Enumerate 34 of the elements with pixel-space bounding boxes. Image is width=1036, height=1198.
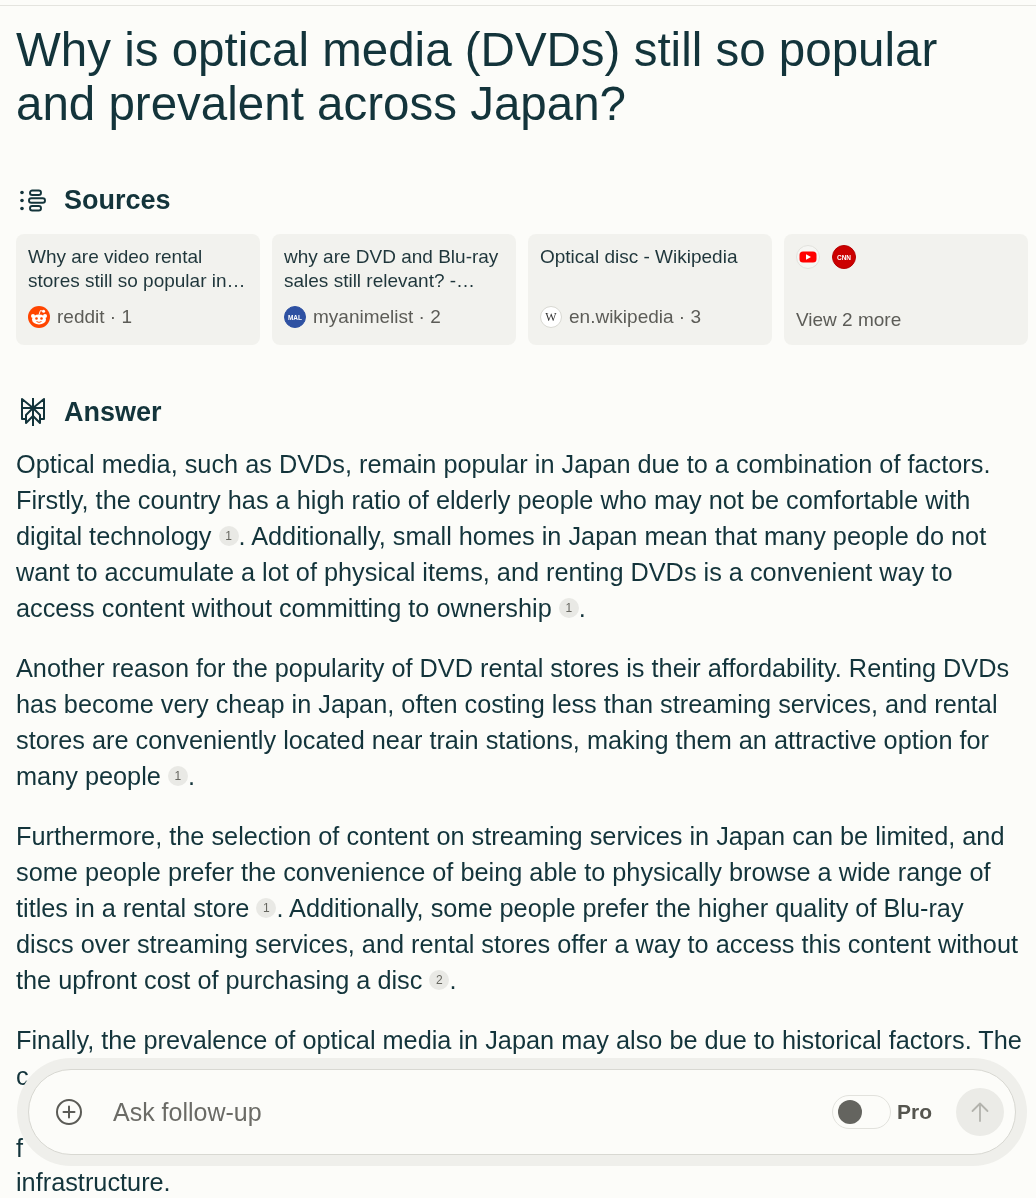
source-card[interactable]: Why are video rental stores still so popular in… reddit · 1 — [16, 234, 260, 345]
citation-badge[interactable]: 1 — [256, 898, 277, 918]
plus-circle-icon — [56, 1099, 82, 1125]
play-button-icon — [796, 245, 820, 269]
answer-paragraph: infrastructure. — [16, 1167, 171, 1198]
list-icon — [20, 188, 46, 212]
answer-paragraph: Another reason for the popularity of DVD rental stores is their affordability. Renting DVDs has become very cheap in Japan, often costing less than streaming services, and rental stores are conveniently located near train stations, making them an attractive option for many people 1 . — [16, 653, 1011, 792]
section-heading: Sources — [64, 184, 171, 217]
answer-paragraph: Finally, the prevalence of optical media in Japan may also be due to historical factors. The — [16, 1025, 1022, 1056]
answer-paragraph: Furthermore, the selection of content on streaming services in Japan can be limited, and some people prefer the convenience of being able to physically browse a wide range of titles in a rental store 1 . Additionally, some people prefer the higher quality of Blu-ray discs over streaming services, and rental stores offer a way to access this content without the upfront cost of purchasing a disc 2 . — [16, 821, 1020, 996]
source-card[interactable]: Optical disc - Wikipedia W en.wikipedia · 3 — [528, 234, 772, 345]
pro-toggle[interactable] — [832, 1095, 891, 1129]
alien-face-icon — [28, 306, 50, 328]
source-title: Optical disc - Wikipedia — [540, 245, 738, 269]
citation-badge[interactable]: 2 — [429, 970, 450, 990]
section-heading: Answer — [64, 396, 162, 429]
question-title: Why is optical media (DVDs) still so popular and prevalent across Japan? — [16, 23, 939, 131]
citation-badge[interactable]: 1 — [167, 766, 188, 786]
add-button[interactable] — [56, 1099, 82, 1125]
view-more-label: View 2 more — [796, 308, 902, 332]
source-meta: myanimelist · 2 — [313, 305, 441, 329]
citation-badge[interactable]: 1 — [558, 598, 579, 618]
pro-label: Pro — [897, 1099, 932, 1125]
site-logo: W — [540, 306, 562, 328]
spark-logo-icon — [20, 397, 46, 427]
source-title: why are DVD and Blu-ray sales still relevant? -… — [284, 245, 500, 293]
text-fragment: f — [16, 1133, 24, 1164]
source-title: Why are video rental stores still so popular in… — [28, 245, 247, 293]
citation-badge[interactable]: 1 — [218, 526, 239, 546]
arrow-up-icon — [971, 1102, 989, 1122]
follow-up-input[interactable]: Ask follow-up — [113, 1094, 822, 1130]
source-meta: en.wikipedia · 3 — [569, 305, 702, 329]
answer-paragraph: Optical media, such as DVDs, remain popular in Japan due to a combination of factors. Firstly, the country has a high ratio of elderly people who may not be comfortable with digital technology 1 . Additionally, small homes in Japan mean that many people do not want to accumulate a lot of physical items, and renting DVDs is a convenient way to access content without committing to ownership 1 . — [16, 449, 992, 624]
source-meta: reddit · 1 — [57, 305, 132, 329]
